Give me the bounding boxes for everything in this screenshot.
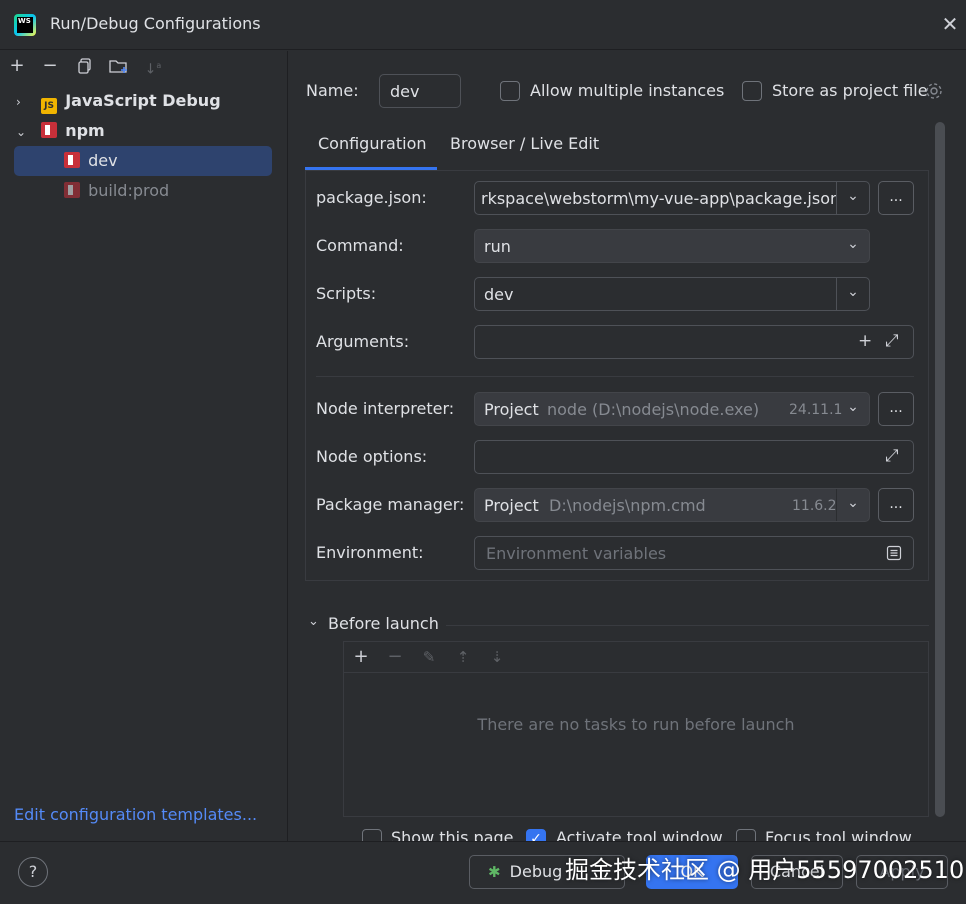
- browse-node-interpreter-button[interactable]: ...: [878, 392, 914, 426]
- debug-button-label: Debug: [509, 862, 563, 881]
- chevron-right-icon[interactable]: ›: [16, 87, 32, 117]
- command-value: run: [484, 237, 511, 256]
- move-down-icon[interactable]: ⇣: [484, 644, 510, 670]
- chevron-down-icon[interactable]: ⌄: [839, 399, 867, 415]
- arguments-label: Arguments:: [316, 332, 410, 351]
- browse-package-json-button[interactable]: ...: [878, 181, 914, 215]
- npm-icon: [41, 122, 58, 138]
- name-value: dev: [390, 82, 420, 101]
- tree-item-label: dev: [88, 151, 118, 170]
- add-icon[interactable]: +: [858, 331, 872, 351]
- package-json-combo[interactable]: rkspace\webstorm\my-vue-app\package.json…: [474, 181, 870, 215]
- allow-multiple-checkbox[interactable]: [500, 81, 520, 101]
- scripts-label: Scripts:: [316, 284, 377, 303]
- store-project-checkbox[interactable]: [742, 81, 762, 101]
- add-configuration-icon[interactable]: +: [4, 53, 30, 79]
- activate-tool-window-checkbox[interactable]: ✓: [526, 829, 546, 841]
- package-manager-path: D:\nodejs\npm.cmd: [549, 496, 706, 515]
- chevron-down-icon[interactable]: ⌄: [839, 495, 867, 511]
- package-json-value: rkspace\webstorm\my-vue-app\package.json: [481, 189, 837, 208]
- scripts-combo[interactable]: dev ⌄: [474, 277, 870, 311]
- chevron-down-icon[interactable]: ⌄: [839, 236, 867, 252]
- node-interpreter-path: node (D:\nodejs\node.exe): [547, 400, 760, 419]
- store-project-label: Store as project file: [772, 81, 928, 100]
- watermark: 掘金技术社区 @ 用户55597002510: [565, 856, 965, 884]
- allow-multiple-label: Allow multiple instances: [530, 81, 725, 100]
- chevron-down-icon[interactable]: ⌄: [839, 188, 867, 204]
- package-manager-version: 11.6.2: [792, 498, 837, 514]
- node-options-field[interactable]: ⤢: [474, 440, 914, 474]
- node-options-label: Node options:: [316, 447, 428, 466]
- arguments-field[interactable]: + ⤢: [474, 325, 914, 359]
- window-title: Run/Debug Configurations: [50, 14, 261, 33]
- browse-package-manager-button[interactable]: ...: [878, 488, 914, 522]
- list-icon[interactable]: [886, 545, 902, 565]
- copy-icon[interactable]: [72, 53, 98, 79]
- name-label: Name:: [306, 81, 359, 100]
- tree-group-label: npm: [65, 121, 105, 140]
- name-field[interactable]: dev: [379, 74, 461, 108]
- before-launch-divider: [446, 625, 929, 626]
- edit-templates-link[interactable]: Edit configuration templates...: [14, 805, 257, 824]
- remove-task-icon[interactable]: −: [382, 644, 408, 670]
- tree-group-javascript-debug[interactable]: › JS JavaScript Debug: [0, 86, 288, 116]
- npm-icon: [64, 152, 80, 168]
- activate-tool-window-label: Activate tool window: [556, 828, 723, 841]
- folder-add-icon[interactable]: [106, 53, 132, 79]
- expand-icon[interactable]: ⤢: [885, 331, 899, 351]
- options-row: Show this page ✓ Activate tool window Fo…: [360, 826, 920, 841]
- environment-field[interactable]: Environment variables: [474, 536, 914, 570]
- app-icon-label: WS: [17, 17, 33, 33]
- command-combo[interactable]: run ⌄: [474, 229, 870, 263]
- close-icon[interactable]: ✕: [938, 12, 962, 36]
- package-manager-combo[interactable]: Project D:\nodejs\npm.cmd 11.6.2 ⌄: [474, 488, 870, 522]
- vertical-scrollbar[interactable]: [935, 122, 945, 817]
- before-launch-title[interactable]: Before launch: [328, 614, 439, 633]
- remove-configuration-icon[interactable]: −: [37, 53, 63, 79]
- node-interpreter-prefix: Project: [484, 400, 539, 419]
- package-manager-prefix: Project: [484, 496, 539, 515]
- scripts-value: dev: [484, 285, 514, 304]
- webstorm-app-icon: WS: [14, 14, 36, 36]
- environment-label: Environment:: [316, 543, 424, 562]
- bug-icon: ✱: [488, 863, 501, 881]
- focus-tool-window-checkbox[interactable]: [736, 829, 756, 841]
- npm-icon: [64, 182, 80, 198]
- gear-icon[interactable]: [924, 81, 944, 105]
- move-up-icon[interactable]: ⇡: [450, 644, 476, 670]
- show-this-page-checkbox[interactable]: [362, 829, 382, 841]
- tree-item-label: build:prod: [88, 181, 170, 200]
- focus-tool-window-label: Focus tool window: [765, 828, 912, 841]
- tree-item-dev[interactable]: dev: [14, 146, 272, 176]
- tree-group-label: JavaScript Debug: [65, 91, 221, 110]
- chevron-down-icon[interactable]: ⌄: [308, 614, 319, 629]
- form-separator: [316, 376, 914, 377]
- tree-group-npm[interactable]: ⌄ npm: [0, 116, 288, 146]
- chevron-down-icon[interactable]: ⌄: [16, 117, 32, 147]
- node-interpreter-combo[interactable]: Project node (D:\nodejs\node.exe) 24.11.…: [474, 392, 870, 426]
- show-this-page-label: Show this page: [391, 828, 514, 841]
- add-task-icon[interactable]: +: [348, 644, 374, 670]
- edit-task-icon[interactable]: ✎: [416, 644, 442, 670]
- command-label: Command:: [316, 236, 404, 255]
- chevron-down-icon[interactable]: ⌄: [839, 284, 867, 300]
- tab-configuration[interactable]: Configuration: [318, 134, 427, 153]
- tree-item-build-prod[interactable]: build:prod: [14, 176, 272, 206]
- node-interpreter-label: Node interpreter:: [316, 399, 455, 418]
- tab-browser-live-edit[interactable]: Browser / Live Edit: [450, 134, 599, 153]
- environment-placeholder: Environment variables: [486, 544, 667, 563]
- help-button[interactable]: ?: [18, 857, 48, 887]
- javascript-icon: JS: [41, 98, 58, 114]
- node-interpreter-version: 24.11.1: [789, 402, 843, 418]
- sort-icon[interactable]: ↓a: [140, 53, 166, 79]
- package-manager-label: Package manager:: [316, 495, 465, 514]
- before-launch-toolbar-divider: [344, 672, 928, 673]
- before-launch-empty-text: There are no tasks to run before launch: [477, 715, 795, 734]
- package-json-label: package.json:: [316, 188, 427, 207]
- expand-icon[interactable]: ⤢: [885, 446, 899, 466]
